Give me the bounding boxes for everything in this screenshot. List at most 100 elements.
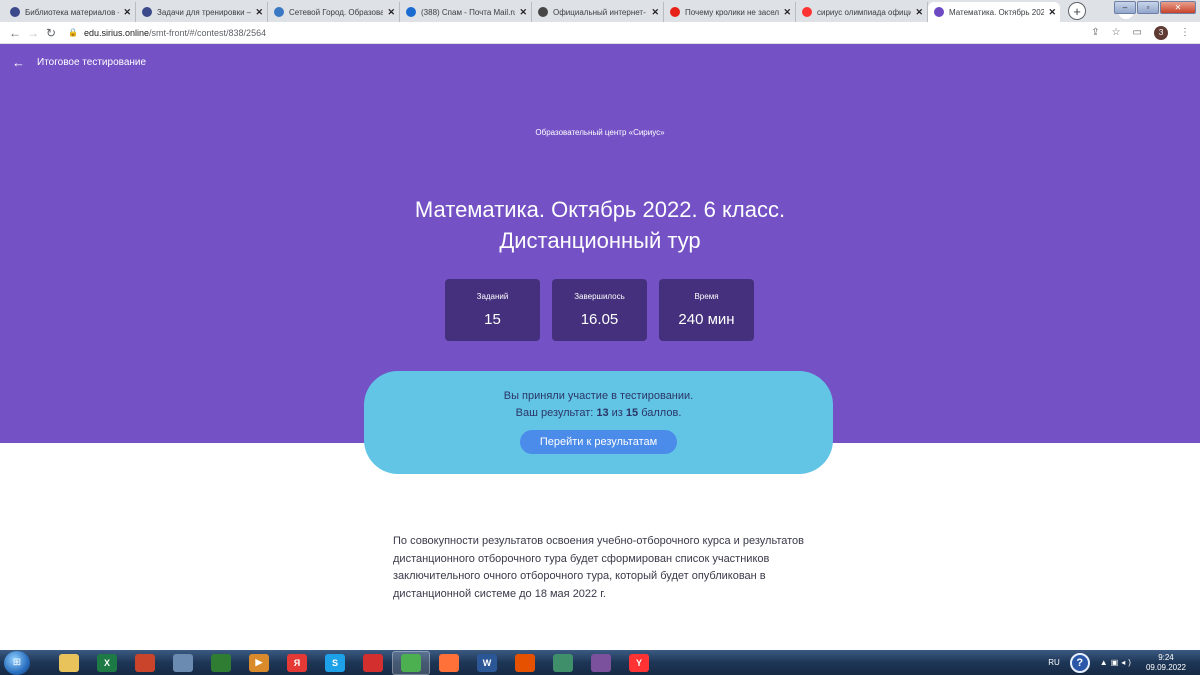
bookmark-star-icon[interactable]: ☆	[1112, 27, 1121, 38]
clock[interactable]: 9:24 09.09.2022	[1146, 653, 1186, 673]
browser-tab[interactable]: Математика. Октябрь 202 ✕	[928, 2, 1060, 22]
stat-finished: Завершилось 16.05	[552, 279, 647, 341]
mail-icon	[406, 7, 416, 17]
tab-title: Почему кролики не засел	[685, 7, 780, 17]
close-tab-icon[interactable]: ✕	[387, 7, 395, 18]
menu-kebab-icon[interactable]: ⋮	[1180, 27, 1190, 38]
browser-tab[interactable]: Библиотека материалов – ✕	[4, 2, 136, 22]
address-bar[interactable]: 🔒 edu.sirius.online /smt-front/#/contest…	[68, 24, 1091, 42]
taskbar-app[interactable]	[506, 651, 544, 675]
help-icon[interactable]: ?	[1069, 652, 1090, 673]
tab-title: Задачи для тренировки –	[157, 7, 252, 17]
stat-label: Завершилось	[574, 292, 625, 301]
taskbar-app[interactable]: W	[468, 651, 506, 675]
minimize-button[interactable]: –	[1114, 1, 1136, 14]
stat-label: Время	[694, 292, 719, 301]
window-controls: – ▫ ✕	[1114, 1, 1196, 14]
title-line-2: Дистанционный тур	[499, 228, 701, 253]
taskbar-app[interactable]: ▶	[240, 651, 278, 675]
tab-title: Математика. Октябрь 202	[949, 7, 1045, 17]
windows-taskbar: ⊞ X ▶ Я S W Y RU ? ▲▣◂) 9:24 09.09.2022	[0, 650, 1200, 675]
presentation-icon	[135, 653, 155, 672]
go-to-results-button[interactable]: Перейти к результатам	[520, 430, 677, 454]
browser-tab[interactable]: (388) Спам - Почта Mail.ru ✕	[400, 2, 532, 22]
clock-date: 09.09.2022	[1145, 662, 1186, 672]
stat-tasks: Заданий 15	[445, 279, 540, 341]
side-panel-icon[interactable]: ▭	[1133, 27, 1142, 38]
result-score: 13	[596, 407, 609, 419]
contest-stats: Заданий 15 Завершилось 16.05 Время 240 м…	[445, 279, 754, 341]
share-icon[interactable]: ⇪	[1091, 27, 1099, 38]
yandex-browser-icon: Я	[287, 653, 307, 672]
forward-arrow-icon[interactable]: →	[24, 26, 42, 40]
taskbar-app[interactable]	[50, 651, 88, 675]
close-tab-icon[interactable]: ✕	[1048, 7, 1056, 18]
browser-tab[interactable]: Официальный интернет- ✕	[532, 2, 664, 22]
tab-title: Библиотека материалов –	[25, 7, 120, 17]
back-arrow-icon[interactable]: ←	[12, 55, 25, 70]
taskbar-app[interactable]	[430, 651, 468, 675]
browser-tab[interactable]: Задачи для тренировки – ✕	[136, 2, 268, 22]
result-prefix: Ваш результат:	[515, 407, 597, 419]
back-link[interactable]: ← Итоговое тестирование	[12, 55, 146, 70]
url-path: /smt-front/#/contest/838/2564	[149, 27, 267, 38]
taskbar-app[interactable]	[164, 651, 202, 675]
page-content: ← Итоговое тестирование Образовательный …	[0, 44, 1200, 650]
tab-title: сириус олимпиада офици	[817, 7, 912, 17]
taskbar-app[interactable]	[354, 651, 392, 675]
skype-icon: S	[325, 653, 345, 672]
taskbar-app[interactable]	[126, 651, 164, 675]
browser-tab[interactable]: Сетевой Город. Образова ✕	[268, 2, 400, 22]
taskbar-app[interactable]	[544, 651, 582, 675]
profile-avatar[interactable]: З	[1154, 25, 1168, 40]
taskbar-app[interactable]: X	[88, 651, 126, 675]
taskbar-app[interactable]	[202, 651, 240, 675]
page-title: Математика. Октябрь 2022. 6 класс. Диста…	[350, 194, 850, 256]
taskbar-app[interactable]: Я	[278, 651, 316, 675]
language-indicator[interactable]: RU	[1048, 658, 1060, 667]
description-text: По совокупности результатов освоения уче…	[393, 535, 804, 600]
close-window-button[interactable]: ✕	[1160, 1, 1196, 14]
tab-strip: Библиотека материалов – ✕ Задачи для трени…	[0, 0, 1200, 22]
start-button[interactable]: ⊞	[4, 650, 30, 675]
url-host: edu.sirius.online	[83, 27, 150, 38]
browser-tab[interactable]: сириус олимпиада офици ✕	[796, 2, 928, 22]
taskbar-app[interactable]	[582, 651, 620, 675]
firefox-icon	[439, 653, 459, 672]
image-viewer-icon	[553, 653, 573, 672]
new-tab-button[interactable]: +	[1068, 2, 1086, 20]
youtube-icon	[670, 7, 680, 17]
stat-label: Заданий	[476, 292, 509, 301]
clock-time: 9:24	[1158, 652, 1174, 662]
taskbar-app[interactable]: S	[316, 651, 354, 675]
maximize-button[interactable]: ▫	[1137, 1, 1159, 14]
close-tab-icon[interactable]: ✕	[519, 7, 527, 18]
close-tab-icon[interactable]: ✕	[651, 7, 659, 18]
taskbar-app[interactable]	[392, 650, 430, 675]
eye-app-icon	[211, 653, 231, 672]
result-max: 15	[625, 407, 639, 419]
tab-title: Сетевой Город. Образова	[289, 7, 384, 17]
taskbar-app[interactable]: Y	[620, 651, 658, 675]
word-icon: W	[477, 653, 497, 672]
chrome-icon	[401, 653, 421, 672]
tab-title: Официальный интернет-	[553, 7, 646, 17]
pdf-icon	[363, 653, 383, 672]
sirius-logo-icon	[10, 7, 20, 17]
browser-tab[interactable]: Почему кролики не засел ✕	[664, 2, 796, 22]
close-tab-icon[interactable]: ✕	[915, 7, 923, 18]
yandex-icon	[802, 7, 812, 17]
result-suffix: баллов.	[638, 407, 682, 419]
close-tab-icon[interactable]: ✕	[255, 7, 263, 18]
viber-icon	[591, 653, 611, 672]
stat-value: 15	[484, 311, 501, 328]
tray-icons[interactable]: ▲▣◂)	[1100, 658, 1134, 667]
taskbar-apps: X ▶ Я S W Y	[50, 650, 658, 675]
close-tab-icon[interactable]: ✕	[123, 7, 131, 18]
close-tab-icon[interactable]: ✕	[783, 7, 791, 18]
result-participation-text: Вы приняли участие в тестировании.	[503, 390, 694, 402]
netcity-icon	[274, 7, 284, 17]
window-app-icon	[173, 653, 193, 672]
reload-icon[interactable]: ↻	[42, 26, 60, 40]
back-arrow-icon[interactable]: ←	[6, 26, 24, 40]
